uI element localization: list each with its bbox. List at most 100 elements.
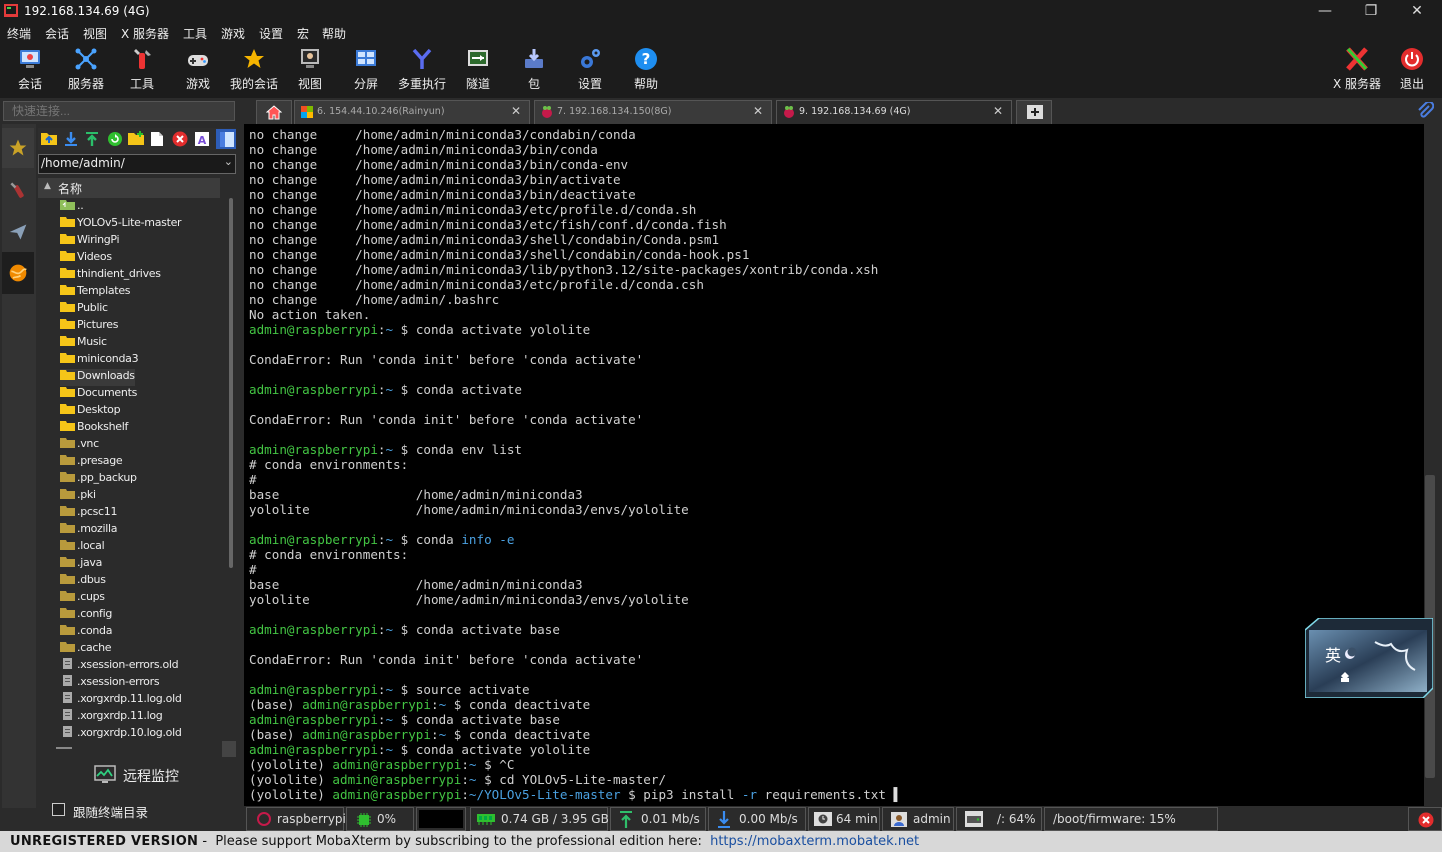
close-icon[interactable] — [1418, 812, 1434, 828]
floating-widget[interactable]: 英 — [1305, 618, 1433, 698]
file-tree-hscroll[interactable] — [38, 741, 236, 757]
file-tree-item[interactable]: Pictures — [60, 318, 118, 335]
new-folder-icon[interactable] — [128, 131, 144, 145]
mobaxterm-link[interactable]: https://mobaxterm.mobatek.net — [710, 834, 919, 849]
terminal-output[interactable]: no change /home/admin/miniconda3/condabi… — [244, 124, 1424, 806]
file-tree-item[interactable]: .conda — [60, 624, 112, 641]
attachment-icon[interactable] — [1416, 102, 1434, 120]
chevron-down-icon[interactable]: ⌄ — [224, 155, 233, 168]
menu-sessions[interactable]: 会话 — [45, 25, 69, 42]
tab-label: 7. 192.168.134.150(8G) — [557, 106, 672, 117]
file-tree-item[interactable]: Public — [60, 301, 108, 318]
follow-terminal-folder[interactable]: 跟随终端目录 — [52, 802, 232, 820]
file-tree-item[interactable]: .xsession-errors.old — [60, 658, 179, 675]
file-tree-item[interactable]: WiringPi — [60, 233, 120, 250]
tab-close-icon[interactable]: ✕ — [753, 104, 763, 118]
refresh-icon[interactable] — [107, 131, 123, 147]
file-tree-item[interactable]: miniconda3 — [60, 352, 139, 369]
file-tree-item[interactable]: .cache — [60, 641, 112, 658]
menu-view[interactable]: 视图 — [83, 25, 107, 42]
split-button[interactable]: 分屏 — [338, 42, 394, 98]
file-tree-item[interactable]: YOLOv5-Lite-master — [60, 216, 182, 233]
file-tree-item[interactable]: .presage — [60, 454, 123, 471]
menu-help[interactable]: 帮助 — [322, 25, 346, 42]
remote-monitor-button[interactable]: 远程监控 — [38, 760, 236, 790]
file-tree-item[interactable]: .java — [60, 556, 102, 573]
delete-icon[interactable] — [172, 131, 188, 147]
close-window-button[interactable]: ✕ — [1394, 0, 1440, 22]
tab-close-icon[interactable]: ✕ — [993, 104, 1003, 118]
file-tree-item[interactable]: Videos — [60, 250, 112, 267]
new-tab-button[interactable] — [1016, 100, 1052, 124]
help-button[interactable]: ? 帮助 — [618, 42, 674, 98]
upload-arrow-icon — [620, 811, 632, 828]
view-button[interactable]: 视图 — [282, 42, 338, 98]
maximize-button[interactable]: ❐ — [1348, 0, 1394, 22]
terminal-line: admin@raspberrypi:~ $ conda activate yol… — [249, 322, 1424, 337]
file-tree-item[interactable]: .xsession-errors — [60, 675, 160, 692]
upload-icon[interactable] — [85, 131, 99, 147]
tab-close-icon[interactable]: ✕ — [511, 104, 521, 118]
my-sessions-button[interactable]: 我的会话 — [226, 42, 282, 98]
menu-terminal[interactable]: 终端 — [7, 25, 31, 42]
file-tree-item[interactable]: Bookshelf — [60, 420, 128, 437]
home-tab[interactable] — [256, 100, 292, 124]
status-close[interactable] — [1408, 807, 1442, 831]
file-tree-item[interactable]: .. — [60, 199, 84, 216]
file-tree-scrollbar[interactable] — [228, 178, 236, 748]
rename-icon[interactable]: A — [194, 131, 210, 147]
file-tree-item[interactable]: .xorgxrdp.11.log.old — [60, 692, 182, 709]
file-tree-item[interactable]: Music — [60, 335, 107, 352]
sftp-path-input[interactable]: /home/admin/ ⌄ — [38, 154, 236, 174]
name-column-header[interactable]: ▲ 名称 — [38, 178, 220, 198]
file-tree-item[interactable]: .config — [60, 607, 112, 624]
file-tree-item[interactable]: .dbus — [60, 573, 106, 590]
follow-terminal-checkbox[interactable] — [52, 803, 65, 816]
file-tree-item[interactable]: .xorgxrdp.11.log — [60, 709, 163, 726]
terminal-text: base /home/admin/miniconda3 — [249, 577, 583, 592]
file-tree-item[interactable]: Desktop — [60, 403, 121, 420]
file-tree-item[interactable]: .pki — [60, 488, 96, 505]
file-tree-item[interactable]: Templates — [60, 284, 131, 301]
folder-up-icon[interactable] — [41, 131, 57, 145]
file-tree-item[interactable]: .local — [60, 539, 105, 556]
tab-session-9[interactable]: 9. 192.168.134.69 (4G) ✕ — [776, 100, 1012, 124]
hscroll-thumb[interactable] — [56, 747, 72, 749]
file-tree-item[interactable]: .cups — [60, 590, 105, 607]
packages-button[interactable]: 包 — [506, 42, 562, 98]
file-tree-item[interactable]: .vnc — [60, 437, 99, 454]
menu-settings[interactable]: 设置 — [259, 25, 283, 42]
quick-connect-input[interactable] — [3, 101, 235, 121]
session-button[interactable]: 会话 — [2, 42, 58, 98]
scrollbar-thumb[interactable] — [229, 198, 233, 568]
file-tree-item[interactable]: .pp_backup — [60, 471, 137, 488]
sessions-side-tab[interactable] — [2, 128, 34, 168]
sftp-side-tab[interactable] — [2, 252, 34, 294]
menu-tools[interactable]: 工具 — [183, 25, 207, 42]
servers-button[interactable]: 服务器 — [58, 42, 114, 98]
tunnel-button[interactable]: 隧道 — [450, 42, 506, 98]
file-tree-item[interactable]: thindient_drives — [60, 267, 161, 284]
file-tree-item[interactable]: Downloads — [60, 369, 135, 386]
games-button[interactable]: 游戏 — [170, 42, 226, 98]
minimize-button[interactable]: — — [1302, 0, 1348, 22]
status-user: admin — [882, 807, 954, 831]
new-file-icon[interactable] — [150, 131, 164, 147]
menu-xserver[interactable]: X 服务器 — [121, 25, 169, 42]
file-tree-item[interactable]: Documents — [60, 386, 137, 403]
split-view-icon[interactable] — [216, 129, 236, 149]
multiexec-button[interactable]: 多重执行 — [394, 42, 450, 98]
download-icon[interactable] — [64, 131, 78, 147]
file-tree-item[interactable]: .pcsc11 — [60, 505, 118, 522]
exit-button[interactable]: 退出 — [1384, 42, 1440, 98]
tab-session-7[interactable]: 7. 192.168.134.150(8G) ✕ — [534, 100, 772, 124]
file-tree-item[interactable]: .mozilla — [60, 522, 118, 539]
xserver-button[interactable]: X 服务器 — [1328, 42, 1386, 98]
menu-macros[interactable]: 宏 — [297, 25, 309, 42]
menu-games[interactable]: 游戏 — [221, 25, 245, 42]
tools-button[interactable]: 工具 — [114, 42, 170, 98]
tab-session-6[interactable]: 6. 154.44.10.246(Rainyun) ✕ — [294, 100, 530, 124]
tools-side-tab[interactable] — [2, 170, 34, 210]
macros-side-tab[interactable] — [2, 212, 34, 252]
settings-button[interactable]: 设置 — [562, 42, 618, 98]
